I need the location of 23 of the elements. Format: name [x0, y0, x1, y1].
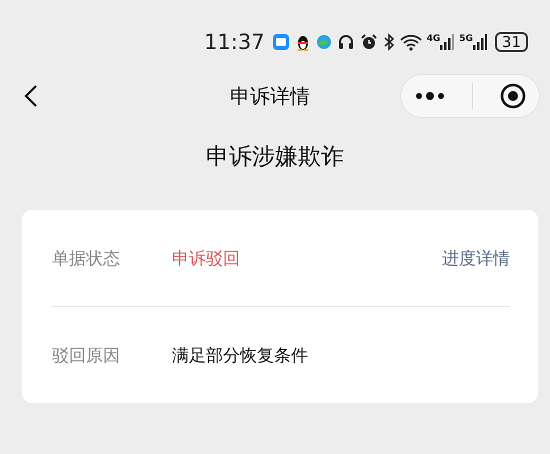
signal-icon	[472, 34, 487, 50]
appeal-heading: 申诉涉嫌欺诈	[205, 143, 345, 172]
wifi-icon	[400, 33, 422, 51]
progress-link[interactable]: 进度详情	[442, 246, 510, 270]
battery-level: 31	[494, 32, 528, 52]
bluetooth-icon	[382, 33, 395, 51]
field-label: 单据状态	[52, 248, 121, 270]
clock-time: 11:37	[204, 30, 265, 54]
field-label: 驳回原因	[52, 344, 121, 366]
network-label: 5G	[459, 34, 473, 44]
field-value: 满足部分恢复条件	[172, 344, 309, 366]
signal-icon	[440, 34, 454, 50]
message-app-icon	[272, 33, 290, 51]
globe-app-icon	[316, 34, 332, 50]
more-icon[interactable]	[414, 91, 444, 101]
back-icon[interactable]	[24, 84, 38, 108]
headphones-icon	[336, 33, 355, 51]
alarm-icon	[360, 33, 378, 51]
close-target-icon[interactable]	[500, 83, 526, 109]
field-value: 申诉驳回	[172, 248, 241, 270]
network-label: 4G	[426, 34, 440, 44]
page-title: 申诉详情	[230, 82, 310, 110]
penguin-icon	[294, 33, 311, 51]
